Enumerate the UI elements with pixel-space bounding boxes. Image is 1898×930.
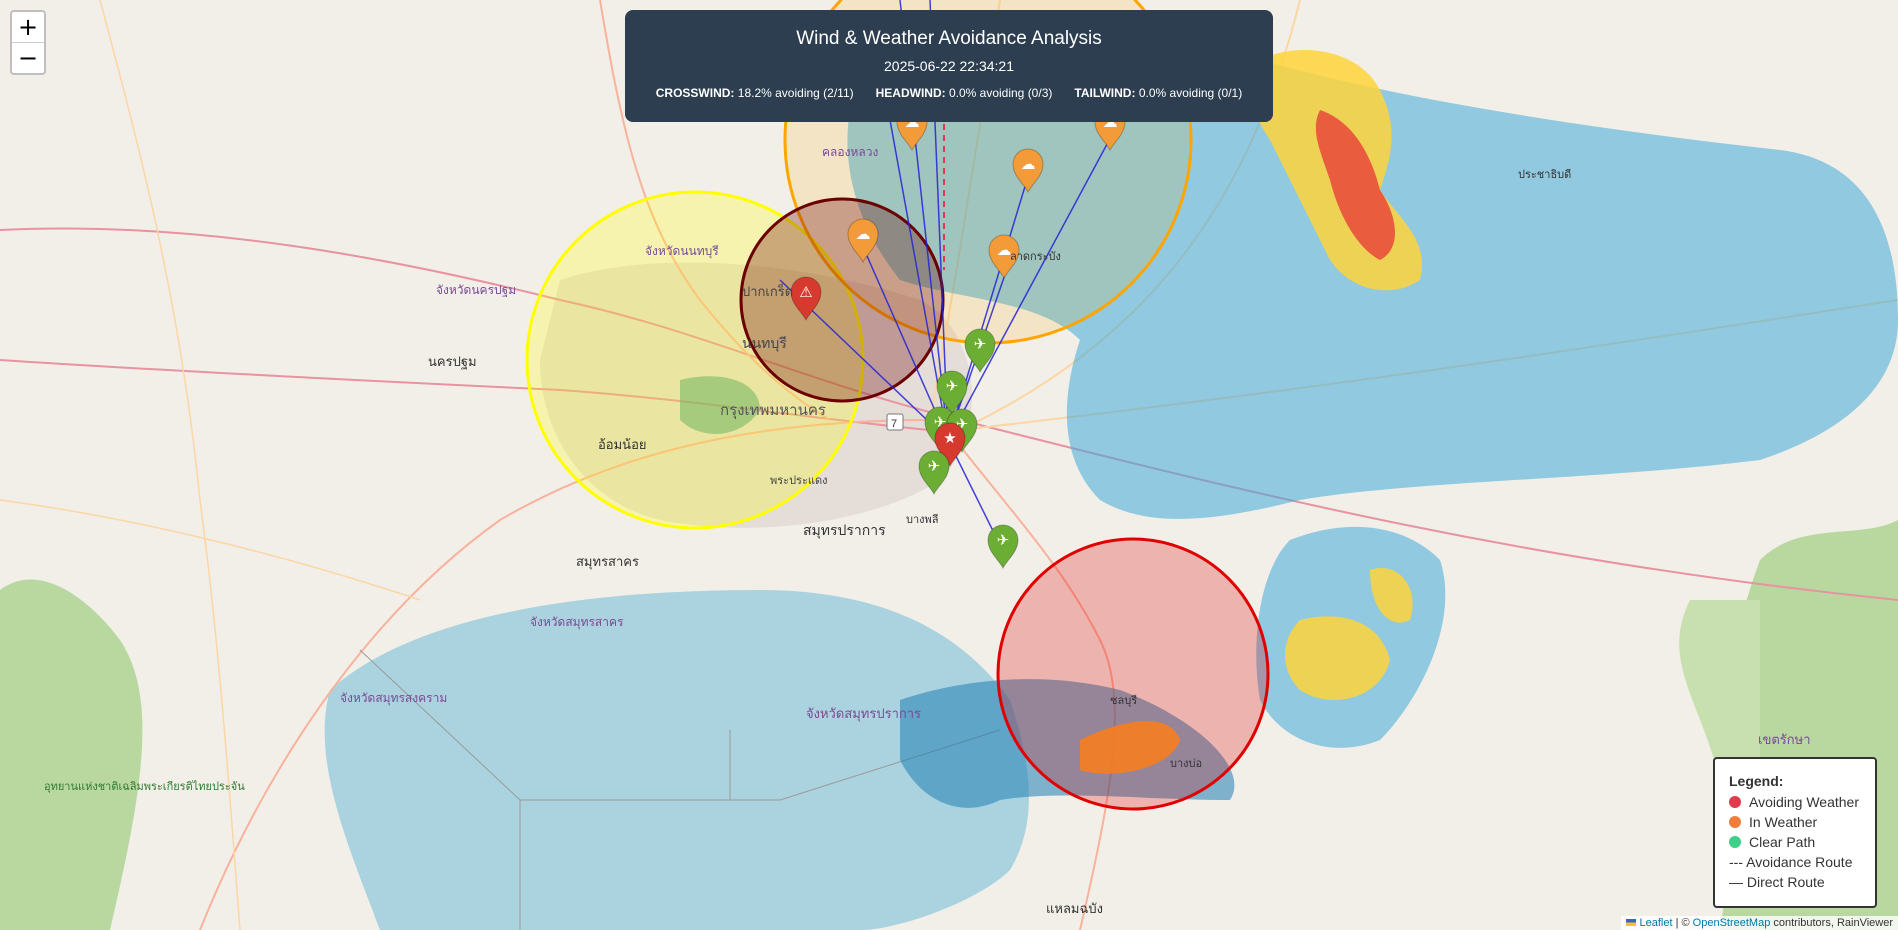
orange-dot-icon — [1729, 816, 1741, 828]
red-dot-icon — [1729, 796, 1741, 808]
legend-item-clear: Clear Path — [1729, 832, 1861, 852]
zoom-out-button[interactable]: − — [12, 42, 44, 73]
label-samut-sakhon: สมุทรสาคร — [576, 554, 639, 570]
zone-dark-red[interactable] — [739, 197, 945, 403]
zone-red[interactable] — [996, 537, 1270, 811]
label-samut-prakan: สมุทรปราการ — [803, 522, 886, 539]
label-national-park: อุทยานแห่งชาติเฉลิมพระเกียรติไทยประจัน — [44, 780, 245, 793]
label-prov-samut-sakhon: จังหวัดสมุทรสาคร — [530, 615, 624, 630]
label-bangkok: กรุงเทพมหานคร — [720, 402, 826, 420]
label-prov-nonthaburi: จังหวัดนนทบุรี — [645, 244, 719, 259]
label-phra-pradaeng: พระประแดง — [770, 475, 827, 487]
warning-icon: ⚠ — [799, 283, 812, 301]
label-nakhon-pathom: นครปฐม — [428, 354, 477, 370]
label-nonthaburi: นนทบุรี — [742, 335, 787, 352]
label-laem-chabang: แหลมฉบัง — [1046, 901, 1103, 916]
green-dot-icon — [1729, 836, 1741, 848]
plane-icon: ✈ — [946, 377, 959, 395]
wind-stats: CROSSWIND: 18.2% avoiding (2/11) HEADWIN… — [625, 86, 1273, 100]
zoom-control: + − — [10, 10, 46, 75]
stat-crosswind: CROSSWIND: 18.2% avoiding (2/11) — [655, 86, 854, 100]
legend-title: Legend: — [1729, 773, 1784, 789]
legend-item-avoiding: Avoiding Weather — [1729, 792, 1861, 812]
label-prov-samut-songkhram: จังหวัดสมุทรสงคราม — [340, 691, 447, 706]
svg-text:7: 7 — [891, 418, 897, 430]
map-legend: Legend: Avoiding Weather In Weather Clea… — [1713, 757, 1877, 908]
plane-icon: ✈ — [997, 531, 1010, 549]
stat-headwind: HEADWIND: 0.0% avoiding (0/3) — [875, 86, 1053, 100]
label-om-noi: อ้อมน้อย — [598, 437, 647, 452]
legend-item-direct-route: — Direct Route — [1729, 874, 1825, 890]
plane-icon: ✈ — [974, 335, 987, 353]
label-bang-bo: บางบ่อ — [1170, 758, 1202, 770]
label-prov-nakhon-pathom: จังหวัดนครปฐม — [436, 283, 516, 297]
label-khlong-luang: คลองหลวง — [822, 145, 878, 159]
label-prachathipat: ประชาธิบดี — [1518, 168, 1571, 181]
cloud-icon: ☁ — [1021, 155, 1036, 173]
label-pak-kret: ปากเกร็ด — [742, 282, 793, 299]
osm-link[interactable]: OpenStreetMap — [1693, 917, 1771, 929]
panel-timestamp: 2025-06-22 22:34:21 — [884, 58, 1014, 74]
highway-shield: 7 — [886, 413, 904, 431]
panel-title: Wind & Weather Avoidance Analysis — [796, 28, 1102, 49]
map-attribution: Leaflet | © OpenStreetMap contributors, … — [1621, 916, 1898, 930]
label-lat-krabang: ลาดกระบัง — [1010, 251, 1061, 263]
zoom-in-button[interactable]: + — [12, 12, 44, 42]
legend-item-avoidance-route: --- Avoidance Route — [1729, 854, 1853, 870]
analysis-panel: Wind & Weather Avoidance Analysis 2025-0… — [625, 10, 1273, 122]
stat-tailwind: TAILWIND: 0.0% avoiding (0/1) — [1074, 86, 1243, 100]
cloud-icon: ☁ — [856, 225, 871, 243]
star-icon: ★ — [943, 429, 956, 447]
weather-map[interactable]: ☁ ☁☁☁☁⚠✈✈✈ ✈★✈✈ กรุงเทพมหานคร นนทบุรี ปากเ… — [0, 0, 1898, 930]
label-chonburi: ชลบุรี — [1110, 694, 1137, 707]
label-prov-samut-prakan: จังหวัดสมุทรปราการ — [806, 706, 921, 722]
leaflet-flag-icon — [1626, 919, 1637, 926]
plane-icon: ✈ — [928, 457, 941, 475]
label-chachoengsao: เขตรักษา — [1758, 732, 1811, 747]
label-bang-phli: บางพลี — [906, 513, 939, 526]
legend-item-in-weather: In Weather — [1729, 812, 1861, 832]
leaflet-link[interactable]: Leaflet — [1639, 917, 1672, 929]
